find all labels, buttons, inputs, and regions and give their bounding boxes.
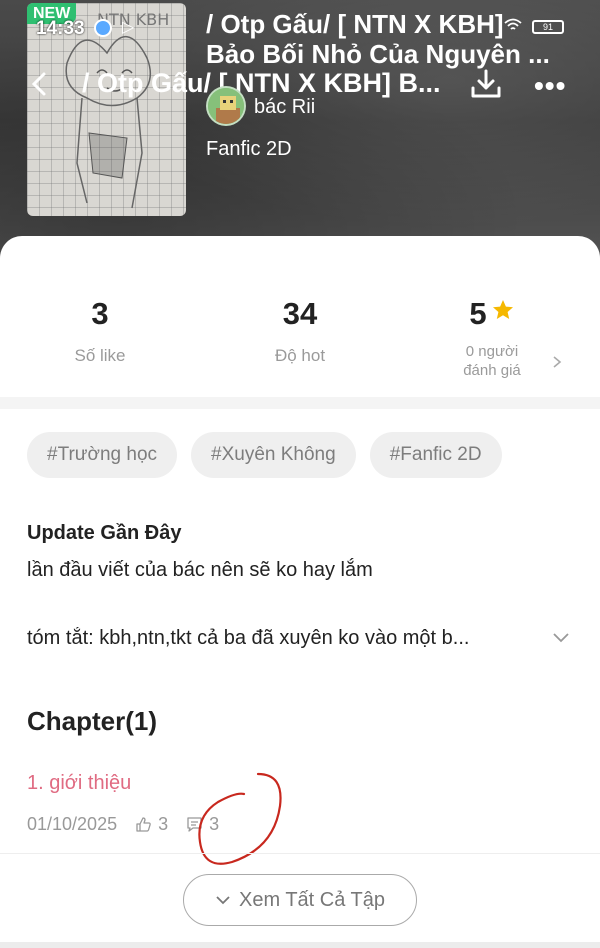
app-notification-icon (94, 19, 112, 37)
likes-stat: 3 Số like (0, 296, 200, 366)
chapter-date: 01/10/2025 (27, 814, 118, 834)
more-options-icon[interactable]: ••• (534, 70, 566, 102)
back-arrow-icon[interactable] (26, 68, 54, 100)
chapter-like-count: 3 (158, 814, 169, 834)
hot-stat: 34 Độ hot (200, 296, 400, 366)
likes-count: 3 (91, 296, 109, 331)
hot-count: 34 (282, 296, 318, 331)
update-text: lần đầu viết của bác nên sẽ ko hay lắm (27, 559, 373, 581)
rating-count-label: 0 người đánh giá (392, 342, 592, 380)
tag-fanfic-2d[interactable]: #Fanfic 2D (369, 432, 502, 478)
chapter-item-meta: 01/10/2025 3 3 (27, 814, 219, 835)
tag-truong-hoc[interactable]: #Trường học (27, 432, 178, 478)
rating-row: 5 (392, 296, 592, 332)
tag-xuyen-khong[interactable]: #Xuyên Không (191, 432, 356, 478)
see-all-chapters-button[interactable]: Xem Tất Cả Tập (183, 874, 417, 926)
hot-label: Độ hot (274, 346, 326, 365)
rating-stat[interactable]: 5 0 người đánh giá (392, 296, 592, 380)
rating-label-line2: đánh giá (463, 362, 521, 379)
list-divider (0, 853, 600, 854)
chevron-right-icon[interactable] (552, 355, 562, 369)
update-heading: Update Gần Đây (27, 522, 182, 544)
see-all-label: Xem Tất Cả Tập (239, 888, 385, 911)
story-title-line1: / Otp Gấu/ [ NTN X KBH] (206, 9, 504, 39)
likes-label: Số like (74, 346, 126, 365)
author-avatar[interactable] (206, 86, 246, 126)
author-name[interactable]: bác Rii (254, 96, 315, 119)
comment-icon (187, 817, 202, 832)
thumbs-up-icon (136, 817, 151, 832)
chapter-comment-count: 3 (209, 814, 220, 834)
chapter-item-title[interactable]: 1. giới thiệu (27, 772, 131, 795)
tag-list: #Trường học #Xuyên Không #Fanfic 2D (27, 432, 502, 478)
navbar-title: / Otp Gấu/ [ NTN X KBH] B... (82, 68, 441, 98)
story-detail-card: 3 Số like 34 Độ hot 5 0 người đánh giá #… (0, 236, 600, 948)
section-divider (0, 397, 600, 409)
chevron-down-icon[interactable] (552, 631, 570, 645)
download-icon[interactable] (468, 66, 504, 102)
stats-section: 3 Số like 34 Độ hot 5 0 người đánh giá (0, 236, 600, 396)
genre-label: Fanfic 2D (206, 138, 292, 160)
story-summary[interactable]: tóm tắt: kbh,ntn,tkt cả ba đã xuyên ko v… (27, 627, 542, 650)
status-time: 14:33 (36, 18, 85, 39)
rating-label-line1: 0 người (465, 343, 519, 360)
story-header: NTN KBH NEW 14:33 ▷ 91 / Otp Gấu/ [ NTN … (0, 0, 600, 270)
chapter-heading: Chapter(1) (27, 706, 158, 736)
story-title-line2: Bảo Bối Nhỏ Của Nguyên ... (206, 39, 550, 69)
star-icon (492, 300, 513, 319)
rating-value: 5 (469, 296, 487, 331)
play-icon: ▷ (122, 19, 135, 36)
bottom-strip (0, 942, 600, 948)
chevron-down-icon (216, 896, 230, 905)
